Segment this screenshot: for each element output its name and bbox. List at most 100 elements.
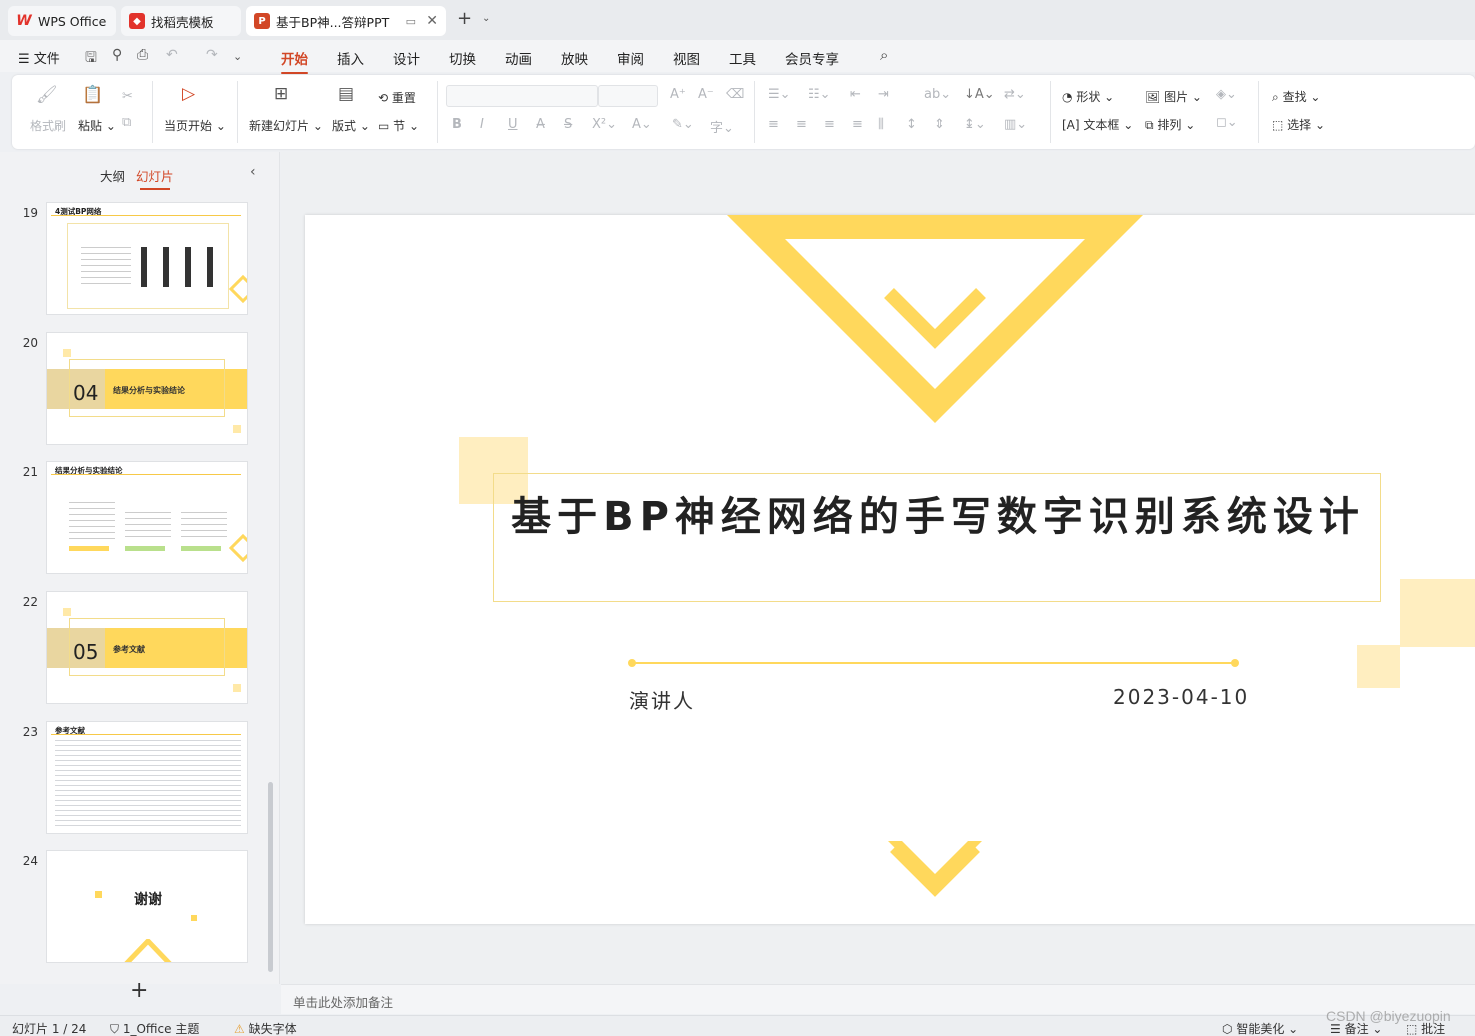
menu-tools[interactable]: 工具 [729,48,756,68]
new-slide-button[interactable]: 新建幻灯片 ⌄ [249,117,323,134]
text-direction-icon[interactable]: ab⌄ [924,87,951,102]
shadow-icon[interactable]: S̶ [564,117,572,132]
spacing-dropdown-icon[interactable]: ↨⌄ [964,117,986,132]
sort-icon[interactable]: ↓A⌄ [964,87,995,102]
menu-home[interactable]: 开始 [281,48,308,74]
print-preview-icon[interactable]: ⎙ [137,47,148,63]
paste-button[interactable]: 粘贴 ⌄ [78,117,116,134]
chevron-down-icon[interactable]: ⌄ [482,13,490,24]
underline-icon[interactable]: U [508,117,518,132]
decrease-indent-icon[interactable]: ⇤ [850,87,861,102]
play-from-current-button[interactable]: 当页开始 ⌄ [164,117,226,134]
clear-format-icon[interactable]: ⌫ [726,87,744,102]
menu-member[interactable]: 会员专享 [785,48,839,68]
tab-wps-office[interactable]: W WPS Office [8,6,116,36]
textbox-button[interactable]: [A] 文本框 ⌄ [1062,116,1133,133]
increase-font-icon[interactable]: A⁺ [670,87,686,102]
bullets-icon[interactable]: ☰⌄ [768,87,791,102]
decrease-font-icon[interactable]: A⁻ [698,87,714,102]
align-left-icon[interactable]: ≡ [768,117,779,132]
font-family-select[interactable] [446,85,598,107]
fill-icon[interactable]: ◈⌄ [1216,87,1237,102]
monitor-icon[interactable]: ▭ [406,15,416,28]
copy-icon[interactable]: ⧉ [122,115,131,130]
distribute-icon[interactable]: ⫼ [878,117,884,132]
highlight-icon[interactable]: ✎⌄ [672,117,694,132]
select-button[interactable]: ⬚ 选择 ⌄ [1272,116,1325,133]
undo-icon[interactable]: ↶ [166,47,178,63]
smart-beautify-button[interactable]: ⬡ 智能美化 ⌄ [1222,1020,1298,1036]
notes-pane[interactable]: 单击此处添加备注 [281,984,1475,1014]
slide-thumbnail-22[interactable]: 05 参考文献 [46,591,248,704]
close-tab-icon[interactable]: ✕ [426,13,438,29]
menu-view[interactable]: 视图 [673,48,700,68]
slide-thumbnail-19[interactable]: 4测试BP网络 [46,202,248,315]
current-slide[interactable]: 基于BP神经网络的手写数字识别系统设计 演讲人 2023-04-10 [305,215,1475,924]
quick-access-dropdown-icon[interactable]: ⌄ [233,50,242,63]
line-spacing-icon[interactable]: ↕ [906,117,917,132]
menu-insert[interactable]: 插入 [337,48,364,68]
strikethrough-icon[interactable]: A̶ [536,117,545,132]
tab-slides[interactable]: 幻灯片 [136,166,174,190]
picture-button[interactable]: 🖼 图片 ⌄ [1145,88,1202,105]
convert-icon[interactable]: ⇄⌄ [1004,87,1026,102]
menu-transitions[interactable]: 切换 [449,48,476,68]
italic-icon[interactable]: I [480,117,484,132]
slide-number: 20 [22,336,38,350]
slide-date[interactable]: 2023-04-10 [1113,685,1249,709]
font-color-icon[interactable]: A⌄ [632,117,652,132]
section-button[interactable]: ▭ 节 ⌄ [378,117,419,134]
menu-slideshow[interactable]: 放映 [561,48,588,68]
panel-scrollbar[interactable] [268,782,273,972]
tab-current-document[interactable]: P 基于BP神...答辩PPT ▭ ✕ [246,6,446,36]
collapse-panel-icon[interactable]: ‹ [250,164,256,180]
align-center-icon[interactable]: ≡ [796,117,807,132]
font-size-select[interactable] [598,85,658,107]
tab-label: WPS Office [38,13,107,29]
notes-placeholder[interactable]: 单击此处添加备注 [293,992,393,1011]
numbering-icon[interactable]: ☷⌄ [808,87,831,102]
align-right-icon[interactable]: ≡ [824,117,835,132]
missing-font-button[interactable]: ⚠ 缺失字体 [234,1020,297,1036]
arrange-button[interactable]: ⧉ 排列 ⌄ [1145,116,1195,133]
pinyin-icon[interactable]: 字⌄ [710,117,734,136]
slide-title-box[interactable]: 基于BP神经网络的手写数字识别系统设计 [493,473,1381,602]
menu-animations[interactable]: 动画 [505,48,532,68]
slide-thumbnail-21[interactable]: 结果分析与实验结论 [46,461,248,574]
search-icon[interactable]: ⌕ [880,46,888,64]
outline-icon[interactable]: ◻⌄ [1216,115,1238,130]
tab-outline[interactable]: 大纲 [100,166,125,185]
save-icon[interactable]: 🖫 [85,47,97,71]
file-menu[interactable]: ☰ 文件 [18,48,60,67]
bold-icon[interactable]: B [452,117,462,132]
add-slide-plus-icon[interactable]: + [130,978,148,1003]
slide-thumbnail-20[interactable]: 04 结果分析与实验结论 [46,332,248,445]
tab-label: 基于BP神...答辩PPT [276,14,390,30]
find-button[interactable]: ⌕ 查找 ⌄ [1272,88,1320,105]
superscript-icon[interactable]: X²⌄ [592,117,617,132]
new-tab-plus-icon[interactable]: + [457,8,472,29]
redo-icon[interactable]: ↷ [206,47,218,63]
tab-docer-templates[interactable]: ◆ 找稻壳模板 [121,6,241,36]
increase-indent-icon[interactable]: ⇥ [878,87,889,102]
wps-logo-icon: W [16,13,32,29]
paragraph-spacing-icon[interactable]: ⇕ [934,117,945,132]
columns-icon[interactable]: ▥⌄ [1004,117,1027,132]
menu-design[interactable]: 设计 [393,48,420,68]
slide-thumbnail-23[interactable]: 参考文献 [46,721,248,834]
share-icon[interactable]: ⚲ [112,47,122,63]
justify-icon[interactable]: ≡ [852,117,863,132]
play-icon: ▷ [182,84,196,104]
menu-review[interactable]: 审阅 [617,48,644,68]
format-painter-button[interactable]: 格式刷 [30,117,66,134]
shape-button[interactable]: ◔ 形状 ⌄ [1062,88,1114,105]
slide-thumbnail-24[interactable]: 谢谢 [46,850,248,963]
theme-button[interactable]: ⛉ 1_Office 主题 [110,1020,199,1036]
notes-label: 备注 [1344,1022,1369,1036]
presenter-label[interactable]: 演讲人 [629,685,695,714]
cut-icon[interactable]: ✂ [122,89,133,104]
layout-button[interactable]: 版式 ⌄ [332,117,370,134]
thumb-square [233,425,241,433]
slide-title[interactable]: 基于BP神经网络的手写数字识别系统设计 [494,492,1382,542]
reset-button[interactable]: ⟲ 重置 [378,89,416,106]
